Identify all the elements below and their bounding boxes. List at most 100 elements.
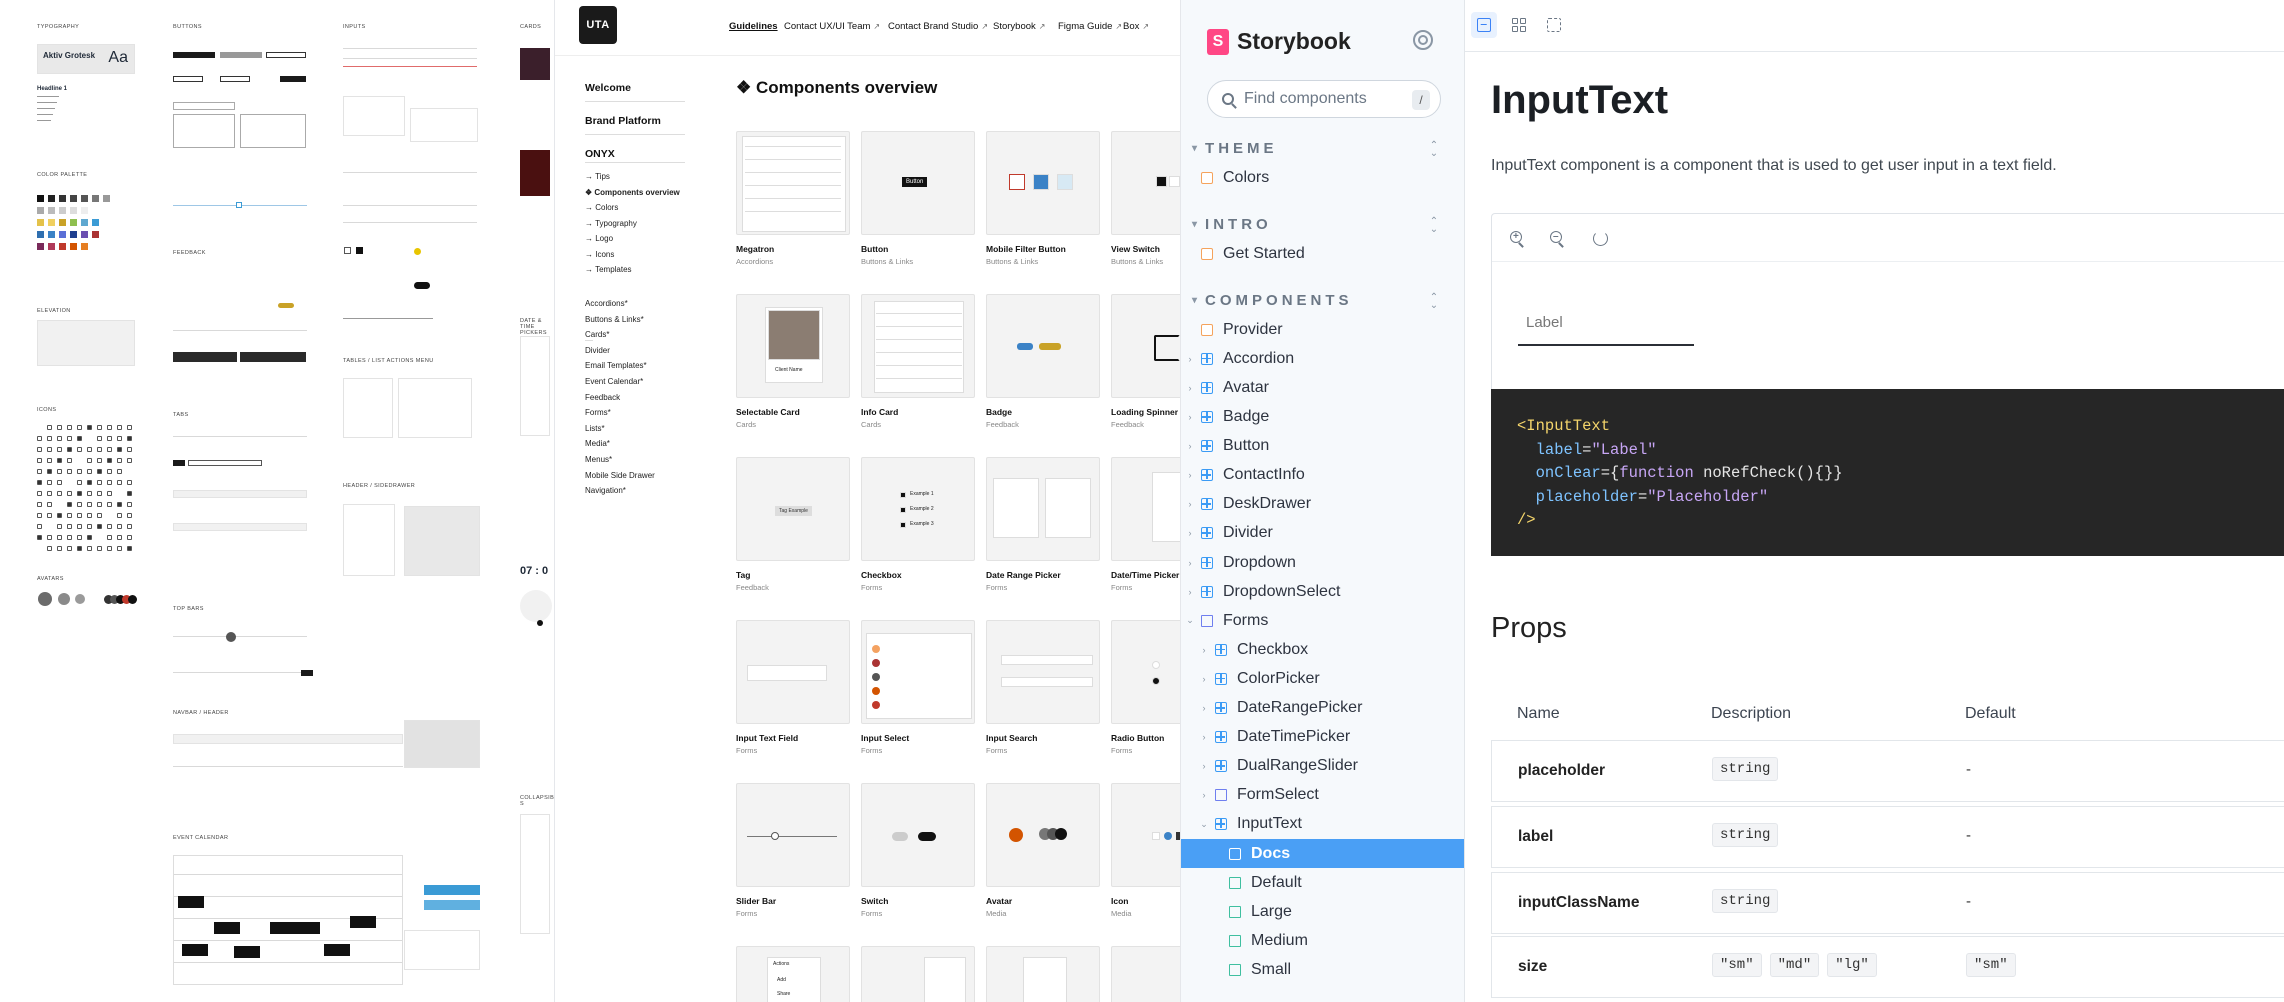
outline-button[interactable] xyxy=(1541,12,1567,38)
sidebar-item-avatar[interactable]: › Avatar xyxy=(1181,373,1464,402)
sidebar-item-accordion[interactable]: › Accordion xyxy=(1181,344,1464,373)
sidebar-section-intro[interactable]: ▾ INTRO xyxy=(1192,216,1272,233)
sidebar-section-label: COMPONENTS xyxy=(1205,292,1353,310)
uta-onyx-item[interactable]: → Templates xyxy=(585,265,632,274)
search-input[interactable] xyxy=(1244,90,1404,108)
uta-nav-link[interactable]: Contact Brand Studio ↗ xyxy=(888,21,988,32)
component-card[interactable]: Icon Media xyxy=(1111,783,1180,918)
uta-nav-brand-platform[interactable]: Brand Platform xyxy=(585,115,661,127)
uta-nav-link[interactable]: Contact UX/UI Team ↗ xyxy=(784,21,880,32)
uta-component-link[interactable]: Forms* xyxy=(585,408,611,417)
grid-button[interactable] xyxy=(1506,12,1532,38)
component-card[interactable]: Avatar Media xyxy=(986,783,1100,918)
uta-nav-onyx[interactable]: ONYX xyxy=(585,148,615,160)
uta-component-link[interactable]: Lists* xyxy=(585,424,605,433)
component-card[interactable]: Client Name Selectable Card Cards xyxy=(736,294,850,429)
uta-nav-link[interactable]: Box ↗ xyxy=(1123,21,1149,32)
reset-zoom-icon[interactable] xyxy=(1593,231,1608,246)
sidebar-item-checkbox[interactable]: › Checkbox xyxy=(1181,635,1464,664)
uta-onyx-item[interactable]: → Logo xyxy=(585,234,613,243)
sidebar-item-medium[interactable]: Medium xyxy=(1181,926,1464,955)
sidebar-item-daterangepicker[interactable]: › DateRangePicker xyxy=(1181,694,1464,723)
sidebar-item-divider[interactable]: › Divider xyxy=(1181,519,1464,548)
uta-component-link[interactable]: Event Calendar* xyxy=(585,377,643,386)
component-card[interactable]: Input Search Forms xyxy=(986,620,1100,755)
uta-component-link[interactable]: Accordions* xyxy=(585,299,628,308)
uta-component-link[interactable]: Mobile Side Drawer xyxy=(585,471,655,480)
sidebar-item-colors[interactable]: Colors xyxy=(1181,163,1464,192)
component-card[interactable]: Example 1 Example 2 Example 3 Checkbox Forms xyxy=(861,457,975,592)
uta-guidelines-panel: UTA Guidelines Contact UX/UI Team ↗ Contact… xyxy=(555,0,1181,1002)
component-card[interactable]: Megatron Accordions xyxy=(736,131,850,266)
component-card[interactable]: Radio Button Forms xyxy=(1111,620,1180,755)
component-card[interactable]: View Switch Buttons & Links xyxy=(1111,131,1180,266)
component-card[interactable] xyxy=(1111,946,1180,1002)
sidebar-item-contactinfo[interactable]: › ContactInfo xyxy=(1181,461,1464,490)
component-card[interactable] xyxy=(986,946,1100,1002)
uta-component-link[interactable]: Divider xyxy=(585,346,610,355)
component-card[interactable]: Button Button Buttons & Links xyxy=(861,131,975,266)
collapse-all-icon[interactable]: ⌃ ⌄ xyxy=(1429,217,1439,235)
uta-component-link[interactable]: Media* xyxy=(585,439,610,448)
component-card[interactable]: Actions Add Share xyxy=(736,946,850,1002)
uta-component-link[interactable]: Menus* xyxy=(585,455,612,464)
uta-component-link[interactable]: Navigation* xyxy=(585,486,626,495)
collapse-all-icon[interactable]: ⌃ ⌄ xyxy=(1429,293,1439,311)
sidebar-item-inputtext[interactable]: ⌄ InputText xyxy=(1181,810,1464,839)
gear-icon[interactable] xyxy=(1413,30,1433,50)
thumbnail-shape xyxy=(1045,478,1091,538)
uta-logo[interactable]: UTA xyxy=(579,6,617,44)
uta-onyx-item[interactable]: → Icons xyxy=(585,250,614,259)
component-card[interactable]: Input Text Field Forms xyxy=(736,620,850,755)
uta-component-link[interactable]: Cards* xyxy=(585,330,609,339)
zoom-in-icon[interactable]: + xyxy=(1509,230,1527,248)
component-card[interactable]: Mobile Filter Button Buttons & Links xyxy=(986,131,1100,266)
sidebar-item-large[interactable]: Large xyxy=(1181,897,1464,926)
component-card[interactable]: Slider Bar Forms xyxy=(736,783,850,918)
sidebar-section-components[interactable]: ▾ COMPONENTS xyxy=(1192,292,1353,309)
sidebar-item-get started[interactable]: Get Started xyxy=(1181,239,1464,268)
sidebar-item-provider[interactable]: Provider xyxy=(1181,315,1464,344)
sidebar-item-formselect[interactable]: › FormSelect xyxy=(1181,781,1464,810)
uta-component-link[interactable]: Buttons & Links* xyxy=(585,315,644,324)
sidebar-item-badge[interactable]: › Badge xyxy=(1181,403,1464,432)
storybook-logo[interactable]: S Storybook xyxy=(1207,28,1351,55)
sidebar-section-theme[interactable]: ▾ THEME xyxy=(1192,140,1278,157)
sidebar-item-button[interactable]: › Button xyxy=(1181,432,1464,461)
component-card[interactable]: Info Card Cards xyxy=(861,294,975,429)
sidebar-item-datetimepicker[interactable]: › DateTimePicker xyxy=(1181,723,1464,752)
component-card[interactable]: Date Range Picker Forms xyxy=(986,457,1100,592)
component-card[interactable]: Badge Feedback xyxy=(986,294,1100,429)
uta-nav-link[interactable]: Guidelines xyxy=(729,21,778,32)
uta-onyx-item[interactable]: → Tips xyxy=(585,172,610,181)
sidebar-item-default[interactable]: Default xyxy=(1181,868,1464,897)
component-card[interactable]: Date/Time Picker Forms xyxy=(1111,457,1180,592)
uta-nav-link[interactable]: Storybook ↗ xyxy=(993,21,1045,32)
sidebar-item-dualrangeslider[interactable]: › DualRangeSlider xyxy=(1181,752,1464,781)
uta-component-link[interactable]: Email Templates* xyxy=(585,361,647,370)
component-card[interactable]: Tag Example Tag Feedback xyxy=(736,457,850,592)
preview-text-input[interactable] xyxy=(1518,300,1694,344)
canvas-tab-button[interactable] xyxy=(1471,12,1497,38)
uta-nav-welcome[interactable]: Welcome xyxy=(585,82,631,94)
component-card[interactable]: Input Select Forms xyxy=(861,620,975,755)
sidebar-item-colorpicker[interactable]: › ColorPicker xyxy=(1181,664,1464,693)
uta-component-link[interactable]: Feedback xyxy=(585,393,620,402)
sidebar-item-small[interactable]: Small xyxy=(1181,955,1464,984)
component-card[interactable]: Switch Forms xyxy=(861,783,975,918)
uta-onyx-item[interactable]: → Colors xyxy=(585,203,618,212)
uta-onyx-item[interactable]: → Typography xyxy=(585,219,637,228)
sidebar-item-dropdownselect[interactable]: › DropdownSelect xyxy=(1181,577,1464,606)
sidebar-item-dropdown[interactable]: › Dropdown xyxy=(1181,548,1464,577)
zoom-out-icon[interactable]: – xyxy=(1549,230,1567,248)
component-card[interactable]: Loading Spinner Feedback xyxy=(1111,294,1180,429)
uta-nav-link[interactable]: Figma Guide ↗ xyxy=(1058,21,1122,32)
collapse-all-icon[interactable]: ⌃ ⌄ xyxy=(1429,141,1439,159)
uta-onyx-item[interactable]: ❖ Components overview xyxy=(585,188,680,197)
sidebar-item-docs[interactable]: Docs xyxy=(1181,839,1464,868)
search-box[interactable]: / xyxy=(1207,80,1441,118)
component-card[interactable] xyxy=(861,946,975,1002)
sidebar-item-deskdrawer[interactable]: › DeskDrawer xyxy=(1181,490,1464,519)
component-icon xyxy=(1201,469,1213,482)
sidebar-item-forms[interactable]: ⌄ Forms xyxy=(1181,606,1464,635)
